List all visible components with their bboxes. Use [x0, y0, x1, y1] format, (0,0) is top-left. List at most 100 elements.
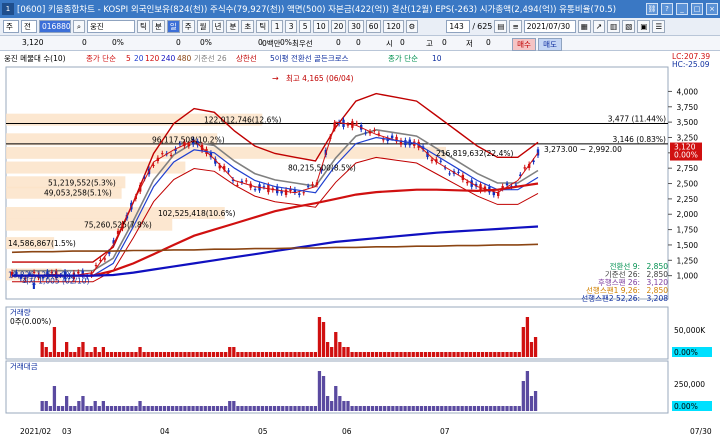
panel-bar: [69, 406, 73, 411]
stock-code-input[interactable]: 016880: [39, 20, 71, 33]
pct-1: 0%: [200, 38, 212, 47]
x-tick-label: 04: [160, 427, 170, 436]
panel-bar: [464, 406, 468, 411]
period-tick2-button[interactable]: 틱: [256, 20, 270, 33]
calendar-icon[interactable]: ▦: [577, 20, 591, 33]
period-week-button[interactable]: 주: [181, 20, 195, 33]
link-icon[interactable]: ⛓: [646, 3, 658, 15]
panel-bar: [97, 352, 101, 357]
panel-bar: [387, 352, 391, 357]
panel-bar: [65, 396, 69, 411]
volume-profile-bar: [6, 146, 446, 159]
panel-bar: [383, 352, 387, 357]
interval-30-button[interactable]: 30: [348, 20, 364, 33]
panel-bar: [346, 401, 350, 411]
chart-svg[interactable]: 웅진 메물대 수(10) 종가 단순 5 20 120 240 480 기준선 …: [0, 51, 720, 441]
buy-button[interactable]: 매수: [512, 38, 536, 51]
market-select[interactable]: 전: [21, 20, 37, 33]
panel-bar: [293, 406, 297, 411]
panel-bar: [374, 406, 379, 411]
panel-bar: [338, 342, 342, 357]
y-tick-label: 2,250: [677, 195, 699, 204]
panel-bar: [175, 352, 179, 357]
panel-bar: [187, 352, 191, 357]
settings-icon[interactable]: ⚙: [405, 20, 419, 33]
period-day-button[interactable]: 일: [166, 20, 180, 33]
volume-profile-label: 51,219,552(5.3%): [48, 178, 116, 187]
period-tick-button[interactable]: 틱: [137, 20, 150, 33]
minimize-icon[interactable]: _: [676, 3, 688, 15]
interval-120-button[interactable]: 120: [383, 20, 404, 33]
arrow-icon[interactable]: ↗: [592, 20, 606, 33]
panel-bar: [236, 406, 240, 411]
maximize-icon[interactable]: □: [691, 3, 703, 15]
panel-bar: [48, 406, 52, 411]
interval-1-button[interactable]: 1: [271, 20, 284, 33]
panel-bar: [228, 401, 232, 411]
panel-bar: [330, 347, 334, 357]
panel-bar: [183, 352, 187, 357]
data-icon[interactable]: ▤: [494, 20, 508, 33]
volume-profile-label: 80,215,500(8.5%): [288, 164, 356, 173]
print-icon[interactable]: ▣: [637, 20, 651, 33]
panel-bar: [215, 352, 220, 357]
interval-3-button[interactable]: 3: [285, 20, 298, 33]
close-icon[interactable]: ×: [706, 3, 718, 15]
panel-bar: [403, 406, 407, 411]
panel-bar: [497, 352, 501, 357]
panel-bar: [264, 406, 269, 411]
count-input[interactable]: 143: [446, 20, 471, 33]
panel-bar: [195, 352, 199, 357]
interval-20-button[interactable]: 20: [330, 20, 347, 33]
period-month-button[interactable]: 월: [196, 20, 210, 33]
sell-button[interactable]: 매도: [538, 38, 562, 51]
panel-bar: [366, 406, 371, 411]
panel-bar: [60, 352, 65, 357]
candle-body: [311, 184, 314, 186]
search-icon[interactable]: ⌕: [73, 20, 85, 33]
panel-pct-label: 0.00%: [674, 348, 698, 357]
panel-bar: [166, 406, 171, 411]
chart-type-icon[interactable]: ▧: [622, 20, 636, 33]
stock-name-field[interactable]: 웅진: [87, 20, 135, 33]
type-select[interactable]: 주: [3, 20, 19, 33]
period-second-button[interactable]: 초: [241, 20, 255, 33]
candle-body: [466, 181, 469, 184]
panel-bar: [407, 406, 411, 411]
panel-bar: [419, 406, 424, 411]
help-icon[interactable]: ?: [661, 3, 673, 15]
panel-bar: [334, 332, 338, 357]
interval-5-button[interactable]: 5: [299, 20, 312, 33]
panel-bar: [431, 406, 436, 411]
period-year-button[interactable]: 년: [211, 20, 225, 33]
panel-bar: [256, 352, 260, 357]
panel-bar: [85, 352, 89, 357]
high-value: 0: [400, 38, 405, 47]
panel-bar: [427, 406, 432, 411]
panel-bar: [419, 352, 424, 357]
panel-bar: [113, 352, 118, 357]
panel-bar: [264, 352, 269, 357]
menu-icon[interactable]: ☰: [652, 20, 666, 33]
panel-bar: [387, 406, 391, 411]
panel-bar: [358, 406, 362, 411]
interval-60-button[interactable]: 60: [365, 20, 382, 33]
period-minute-button[interactable]: 분: [151, 20, 165, 33]
list-icon[interactable]: ≡: [509, 20, 522, 33]
panel-bar: [407, 352, 411, 357]
y-tick-label: 3,500: [677, 118, 699, 127]
low-label: 저: [466, 39, 473, 48]
volume-profile-label: 122,012,746(12.6%): [204, 116, 281, 125]
date-input[interactable]: 2021/07/30: [523, 20, 576, 33]
interval-10-button[interactable]: 10: [313, 20, 329, 33]
panel-bar: [219, 406, 224, 411]
panel-bar: [493, 406, 497, 411]
candle-body: [306, 186, 310, 188]
period-min2-button[interactable]: 분: [226, 20, 240, 33]
grid-icon[interactable]: ▥: [607, 20, 621, 33]
panel-bar: [277, 406, 281, 411]
x-tick-label: 06: [342, 427, 352, 436]
chart-area[interactable]: 웅진 메물대 수(10) 종가 단순 5 20 120 240 480 기준선 …: [0, 51, 720, 441]
candle-body: [302, 192, 305, 194]
x-tick-label: 2021/02: [20, 427, 51, 436]
